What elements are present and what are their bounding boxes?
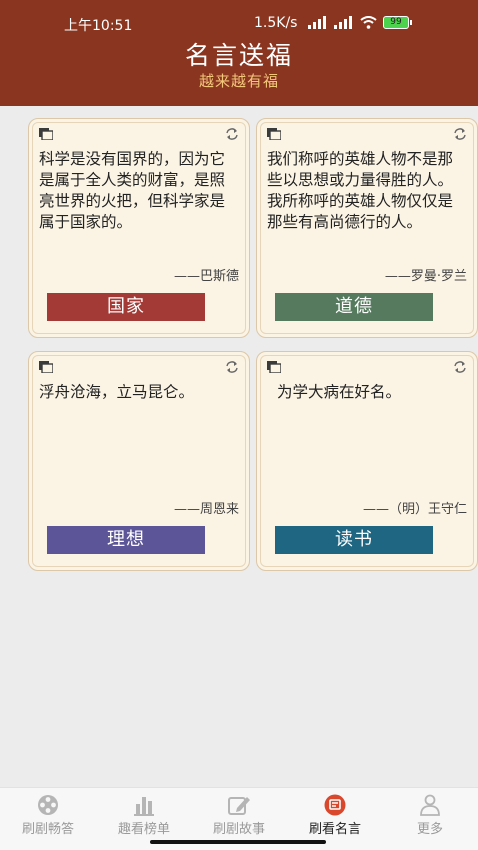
tab-label: 更多 <box>416 822 443 837</box>
category-button[interactable]: 理想 <box>47 526 205 554</box>
quote-icon <box>324 794 346 816</box>
quote-author: ——巴斯德 <box>173 269 239 284</box>
tab-more[interactable]: 更多 <box>382 794 478 837</box>
quote-author: ——（明）王守仁 <box>362 502 467 517</box>
page-title: 名言送福 <box>184 41 293 70</box>
category-button[interactable]: 道德 <box>275 293 433 321</box>
signal-hd-2-icon <box>334 16 352 29</box>
copy-icon[interactable] <box>267 128 281 140</box>
network-speed: 1.5K/s <box>254 15 298 31</box>
page-subtitle: 越来越有福 <box>198 72 279 90</box>
quote-author: ——周恩来 <box>173 502 239 517</box>
battery-icon: 99 <box>383 16 412 29</box>
bar-chart-icon <box>134 797 154 816</box>
quote-text: 科学是没有国界的，因为它是属于全人类的财富，是照亮世界的火把，但科学家是属于国家… <box>39 150 226 231</box>
home-indicator[interactable] <box>150 840 326 844</box>
refresh-icon[interactable] <box>453 360 467 374</box>
tab-shuaju-changda[interactable]: 刷剧畅答 <box>0 794 96 837</box>
quote-card[interactable]: 为学大病在好名。 ——（明）王守仁 读书 <box>256 351 478 571</box>
tab-qukan-bangdan[interactable]: 趣看榜单 <box>96 794 192 837</box>
user-icon <box>420 794 440 816</box>
quote-text: 浮舟沧海，立马昆仑。 <box>39 383 195 401</box>
tab-label: 刷看名言 <box>308 822 361 837</box>
status-bar: 上午10:51 1.5K/s 99 <box>0 14 478 36</box>
app-header: 上午10:51 1.5K/s 99 名言送福 越来越有福 <box>0 0 478 106</box>
tab-label: 趣看榜单 <box>117 822 170 837</box>
copy-icon[interactable] <box>267 361 281 373</box>
film-reel-icon <box>38 795 58 815</box>
refresh-icon[interactable] <box>225 127 239 141</box>
quote-card[interactable]: 浮舟沧海，立马昆仑。 ——周恩来 理想 <box>28 351 250 571</box>
category-button[interactable]: 国家 <box>47 293 205 321</box>
status-time: 上午10:51 <box>64 18 133 34</box>
tab-shuaju-gushi[interactable]: 刷剧故事 <box>191 794 287 837</box>
copy-icon[interactable] <box>39 128 53 140</box>
pen-icon <box>228 797 250 815</box>
tab-label: 刷剧畅答 <box>21 822 74 837</box>
quote-card[interactable]: 科学是没有国界的，因为它是属于全人类的财富，是照亮世界的火把，但科学家是属于国家… <box>28 118 250 338</box>
quote-card[interactable]: 我们称呼的英雄人物不是那些以思想或力量得胜的人。我所称呼的英雄人物仅仅是那些有高… <box>256 118 478 338</box>
wifi-icon <box>360 16 377 29</box>
tab-label: 刷剧故事 <box>212 822 265 837</box>
tab-shuakan-mingyan[interactable]: 刷看名言 <box>287 794 383 837</box>
quote-author: ——罗曼·罗兰 <box>384 269 467 284</box>
quote-text: 我们称呼的英雄人物不是那些以思想或力量得胜的人。我所称呼的英雄人物仅仅是那些有高… <box>267 150 454 231</box>
category-button[interactable]: 读书 <box>275 526 433 554</box>
signal-hd-icon <box>308 16 326 29</box>
quote-text: 为学大病在好名。 <box>277 383 402 401</box>
refresh-icon[interactable] <box>453 127 467 141</box>
copy-icon[interactable] <box>39 361 53 373</box>
refresh-icon[interactable] <box>225 360 239 374</box>
